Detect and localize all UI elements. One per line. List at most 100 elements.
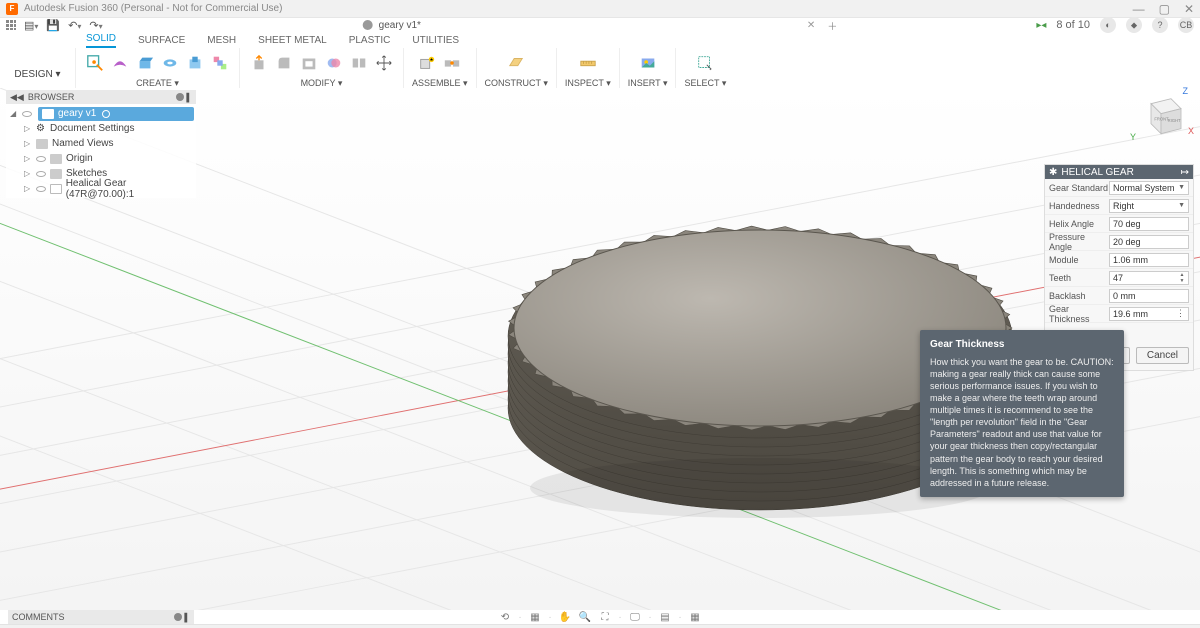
- ribbon-tabs: SOLID SURFACE MESH SHEET METAL PLASTIC U…: [0, 32, 1200, 48]
- tab-solid[interactable]: SOLID: [86, 33, 116, 48]
- browser-header[interactable]: ◀◀BROWSER ▌: [6, 90, 196, 104]
- prop-value-input[interactable]: 1.06 mm: [1109, 253, 1189, 267]
- close-tab-button[interactable]: ✕: [807, 20, 815, 31]
- notifications-icon[interactable]: ⬥: [1126, 17, 1142, 33]
- tooltip-title: Gear Thickness: [930, 338, 1114, 352]
- tab-utilities[interactable]: UTILITIES: [412, 35, 459, 48]
- orbit-icon[interactable]: ⟲: [498, 610, 512, 624]
- axis-y: Y: [1130, 132, 1136, 142]
- tree-item-gear[interactable]: ▷Healical Gear (47R@70.00):1: [6, 181, 196, 196]
- prop-value-input[interactable]: Normal System▼: [1109, 181, 1189, 195]
- new-component-icon[interactable]: ★: [416, 52, 438, 74]
- property-panel-header[interactable]: ✱HELICAL GEAR↦: [1045, 165, 1193, 179]
- fit-icon[interactable]: ⛶: [598, 610, 612, 624]
- viewport-layout-icon[interactable]: ▦: [688, 610, 702, 624]
- zoom-icon[interactable]: 🔍: [578, 610, 592, 624]
- revolve-icon[interactable]: [159, 52, 181, 74]
- plane-icon[interactable]: [505, 52, 527, 74]
- doc-tab-label: geary v1*: [379, 20, 421, 31]
- maximize-button[interactable]: ▢: [1159, 2, 1170, 16]
- prop-row-handedness: HandednessRight▼: [1045, 197, 1193, 215]
- file-menu-icon[interactable]: ▤▾: [24, 19, 38, 32]
- loft-icon[interactable]: [209, 52, 231, 74]
- prop-label: Handedness: [1049, 201, 1109, 211]
- title-bar: F Autodesk Fusion 360 (Personal - Not fo…: [0, 0, 1200, 18]
- extensions-icon[interactable]: ▸◂: [1036, 20, 1046, 31]
- tooltip-body: How thick you want the gear to be. CAUTI…: [930, 356, 1114, 490]
- tab-surface[interactable]: SURFACE: [138, 35, 185, 48]
- timeline[interactable]: [0, 624, 1200, 628]
- extrude-icon[interactable]: [134, 52, 156, 74]
- prop-label: Gear Thickness: [1049, 304, 1109, 324]
- undo-icon[interactable]: ↶▾: [68, 19, 81, 32]
- grid-settings-icon[interactable]: ▤: [658, 610, 672, 624]
- comments-settings-icon[interactable]: [174, 613, 182, 621]
- create-form-icon[interactable]: [109, 52, 131, 74]
- nav-bar: ⟲· ▦· ✋ 🔍 ⛶· 🖵· ▤· ▦: [498, 610, 702, 624]
- prop-row-backlash: Backlash0 mm: [1045, 287, 1193, 305]
- cancel-button[interactable]: Cancel: [1136, 347, 1189, 364]
- fillet-icon[interactable]: [273, 52, 295, 74]
- redo-icon[interactable]: ↷▾: [89, 19, 102, 32]
- tree-item-doc-settings[interactable]: ▷⚙Document Settings: [6, 121, 196, 136]
- tooltip: Gear Thickness How thick you want the ge…: [920, 330, 1124, 497]
- select-icon[interactable]: [694, 52, 716, 74]
- user-avatar[interactable]: CB: [1178, 17, 1194, 33]
- job-status-icon[interactable]: ◐: [1100, 17, 1116, 33]
- measure-icon[interactable]: [577, 52, 599, 74]
- new-tab-button[interactable]: ＋: [827, 18, 837, 33]
- prop-value-input[interactable]: 20 deg: [1109, 235, 1189, 249]
- combine-icon[interactable]: [323, 52, 345, 74]
- document-tab[interactable]: geary v1* ✕ ＋: [363, 18, 838, 33]
- browser-settings-icon[interactable]: [176, 93, 184, 101]
- activate-radio-icon[interactable]: [102, 110, 110, 118]
- move-icon[interactable]: [373, 52, 395, 74]
- job-status[interactable]: 8 of 10: [1056, 19, 1090, 31]
- prop-label: Teeth: [1049, 273, 1109, 283]
- prop-row-module: Module1.06 mm: [1045, 251, 1193, 269]
- prop-label: Gear Standard: [1049, 183, 1109, 193]
- joint-icon[interactable]: [441, 52, 463, 74]
- svg-text:RIGHT: RIGHT: [1168, 118, 1181, 123]
- doc-icon: [363, 20, 373, 30]
- shell-icon[interactable]: [298, 52, 320, 74]
- tab-sheet-metal[interactable]: SHEET METAL: [258, 35, 327, 48]
- tab-mesh[interactable]: MESH: [207, 35, 236, 48]
- visibility-icon[interactable]: [22, 111, 32, 117]
- prop-value-input[interactable]: 0 mm: [1109, 289, 1189, 303]
- view-cube[interactable]: FRONT RIGHT Z X Y: [1136, 92, 1186, 142]
- prop-row-teeth: Teeth47▲▼: [1045, 269, 1193, 287]
- press-pull-icon[interactable]: [248, 52, 270, 74]
- axis-z: Z: [1183, 86, 1189, 96]
- prop-label: Pressure Angle: [1049, 232, 1109, 252]
- axis-x: X: [1188, 126, 1194, 136]
- tree-item-named-views[interactable]: ▷Named Views: [6, 136, 196, 151]
- tab-plastic[interactable]: PLASTIC: [349, 35, 391, 48]
- app-menu-icon[interactable]: [6, 20, 16, 30]
- save-icon[interactable]: 💾: [46, 19, 60, 32]
- prop-label: Module: [1049, 255, 1109, 265]
- close-window-button[interactable]: ✕: [1184, 2, 1194, 16]
- insert-decal-icon[interactable]: [637, 52, 659, 74]
- prop-value-input[interactable]: 47▲▼: [1109, 271, 1189, 285]
- tree-root-row[interactable]: ◢ geary v1: [6, 106, 196, 121]
- prop-value-input[interactable]: Right▼: [1109, 199, 1189, 213]
- minimize-button[interactable]: —: [1133, 2, 1145, 16]
- prop-value-input[interactable]: 70 deg: [1109, 217, 1189, 231]
- prop-label: Helix Angle: [1049, 219, 1109, 229]
- new-sketch-icon[interactable]: [84, 52, 106, 74]
- comments-bar[interactable]: COMMENTS ▌: [8, 610, 194, 624]
- look-at-icon[interactable]: ▦: [528, 610, 542, 624]
- sweep-icon[interactable]: [184, 52, 206, 74]
- help-icon[interactable]: ?: [1152, 17, 1168, 33]
- pan-icon[interactable]: ✋: [558, 610, 572, 624]
- display-settings-icon[interactable]: 🖵: [628, 610, 642, 624]
- expand-icon[interactable]: ↦: [1181, 167, 1189, 178]
- prop-value-input[interactable]: 19.6 mm⋮: [1109, 307, 1189, 321]
- tree-item-origin[interactable]: ▷Origin: [6, 151, 196, 166]
- prop-row-pressure-angle: Pressure Angle20 deg: [1045, 233, 1193, 251]
- prop-label: Backlash: [1049, 291, 1109, 301]
- align-icon[interactable]: [348, 52, 370, 74]
- browser-panel: ◀◀BROWSER ▌ ◢ geary v1 ▷⚙Document Settin…: [6, 90, 196, 198]
- app-icon: F: [6, 3, 18, 15]
